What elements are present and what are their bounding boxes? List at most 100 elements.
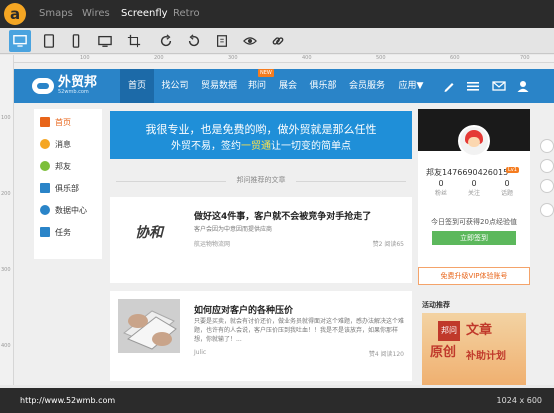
new-badge: NEW [258, 69, 274, 77]
weibo-icon[interactable] [540, 159, 554, 173]
tab-retro[interactable]: Retro [173, 0, 200, 28]
article-desc: 客户会因为中意因而提供应商 [194, 226, 273, 233]
emulated-page: 外贸邦 52wmb.com 首页 找公司 贸易数据 邦问 NEW 展会 俱乐部 … [14, 63, 554, 385]
app-logo[interactable]: a [4, 3, 26, 25]
scroll-icon[interactable] [211, 30, 233, 52]
device-toolbar [0, 28, 554, 54]
site-nav-bar: 外贸邦 52wmb.com 首页 找公司 贸易数据 邦问 NEW 展会 俱乐部 … [14, 69, 554, 103]
level-badge: Lv1 [506, 167, 519, 173]
username[interactable]: 邦友1476690426015 [426, 167, 508, 178]
activity-line1: 原创 [430, 345, 457, 360]
stat-label: 关注 [467, 190, 480, 197]
promo-banner[interactable]: 我很专业，也是免费的哟，做外贸就是那么任性 外贸不易，签约一贸通让一切变的简单点 [110, 111, 412, 159]
tablet-icon[interactable] [38, 30, 60, 52]
link-icon[interactable] [267, 30, 289, 52]
tag-icon[interactable] [540, 203, 554, 217]
nav-membership[interactable]: 会员服务 [346, 69, 388, 103]
activity-line3: 补助计划 [466, 351, 506, 362]
menu-item-data-center[interactable]: 数据中心 [40, 203, 87, 217]
signin-hint: 今日签到可获得20点经验值 [431, 218, 517, 226]
task-icon [40, 227, 50, 237]
ruler-label: 200 [154, 55, 164, 61]
rotate-icon[interactable] [155, 30, 177, 52]
user-icon[interactable] [516, 79, 530, 93]
signin-button[interactable]: 立即签到 [432, 231, 516, 245]
nav-club[interactable]: 俱乐部 [306, 69, 340, 103]
menu-item-label: 数据中心 [55, 205, 87, 215]
app-top-bar: a Smaps Wires Screenfly Retro [0, 0, 554, 28]
stat-number: 0 [471, 179, 477, 188]
stat-number: 0 [504, 179, 510, 188]
stat-label: 粉丝 [434, 190, 447, 197]
avatar-face [468, 137, 480, 147]
ruler-vertical: 100 200 300 400 [0, 55, 14, 385]
home-icon [40, 117, 50, 127]
nav-home[interactable]: 首页 [120, 69, 154, 103]
ruler-label: 700 [520, 55, 530, 61]
ruler-label: 600 [450, 55, 460, 61]
avatar[interactable] [458, 125, 490, 157]
ruler-label: 500 [376, 55, 386, 61]
custom-size-icon[interactable] [123, 30, 145, 52]
article-card[interactable]: 协和 做好这4件事，客户就不会被竞争对手抢走了 客户会因为中意因而提供应商 航运… [110, 197, 412, 283]
tab-smaps[interactable]: Smaps [39, 0, 73, 28]
phone-icon[interactable] [65, 30, 87, 52]
left-menu: 首页 消息 邦友 俱乐部 数据中心 任务 [34, 109, 102, 259]
article-thumbnail: 协和 [118, 205, 180, 259]
banner-line1: 我很专业，也是免费的哟，做外贸就是那么任性 [145, 123, 377, 136]
article-card[interactable]: 如何应对客户的各种压价 只要是买卖，就会有讨价还价，做业务员就得面对这个难题，感… [110, 291, 412, 381]
list-icon[interactable] [466, 79, 480, 93]
article-title[interactable]: 如何应对客户的各种压价 [194, 303, 293, 316]
ruler-label: 100 [80, 55, 90, 61]
current-url[interactable]: http://www.52wmb.com [20, 396, 115, 405]
nav-exhibition[interactable]: 展会 [276, 69, 300, 103]
qq-icon[interactable] [540, 139, 554, 153]
nav-apps[interactable]: 应用▼ [394, 69, 428, 103]
refresh-icon[interactable] [183, 30, 205, 52]
thumbnail-logo-text: 协和 [135, 225, 163, 241]
stat-following[interactable]: 0 关注 [461, 179, 487, 197]
ruler-label: 400 [1, 343, 11, 349]
club-icon [40, 183, 50, 193]
site-logo-name: 外贸邦 [58, 75, 98, 90]
banner-highlight: 一贸通 [241, 141, 271, 152]
ruler-label: 200 [1, 191, 11, 197]
tab-wires[interactable]: Wires [82, 0, 110, 28]
menu-item-label: 首页 [55, 117, 71, 127]
ruler-label: 300 [228, 55, 238, 61]
tab-screenfly[interactable]: Screenfly [121, 0, 168, 28]
menu-item-label: 任务 [55, 227, 71, 237]
stat-fans[interactable]: 0 粉丝 [428, 179, 454, 197]
menu-item-home[interactable]: 首页 [40, 115, 71, 129]
menu-item-club[interactable]: 俱乐部 [40, 181, 79, 195]
mail-icon[interactable] [492, 79, 506, 93]
nav-trade-data[interactable]: 贸易数据 [198, 69, 240, 103]
ruler-label: 300 [1, 267, 11, 273]
banner-line2-pre: 外贸不易，签约 [171, 141, 241, 152]
menu-item-task[interactable]: 任务 [40, 225, 71, 239]
article-stats: 赞2 阅读65 [372, 241, 404, 248]
article-source[interactable]: 航运物物流网 [194, 239, 230, 248]
activity-tag: 邦问 [438, 321, 460, 341]
tv-icon[interactable] [94, 30, 116, 52]
activity-banner[interactable]: 邦问 文章 原创 补助计划 [422, 313, 526, 385]
vip-upgrade-button[interactable]: 免费升级VIP体验账号 [418, 267, 530, 285]
article-desc: 只要是买卖，就会有讨价还价，做业务员就得面对这个难题，感办法解决这个难题，也许有… [194, 318, 405, 343]
wechat-icon[interactable] [540, 179, 554, 193]
edit-icon[interactable] [442, 79, 456, 93]
desktop-icon[interactable] [9, 30, 31, 52]
article-source[interactable]: Julic [194, 349, 206, 356]
site-logo[interactable]: 外贸邦 52wmb.com [32, 76, 97, 96]
activity-line2: 文章 [466, 323, 493, 338]
menu-item-messages[interactable]: 消息 [40, 137, 71, 151]
nav-find-company[interactable]: 找公司 [158, 69, 192, 103]
ruler-label: 400 [302, 55, 312, 61]
stat-topics[interactable]: 0 话题 [494, 179, 520, 197]
menu-item-friends[interactable]: 邦友 [40, 159, 71, 173]
ruler-horizontal: 100 200 300 400 500 600 700 [14, 55, 554, 63]
section-title: 邦问推荐的文章 [110, 175, 412, 187]
stat-number: 0 [438, 179, 444, 188]
preview-icon[interactable] [239, 30, 261, 52]
data-center-icon [40, 205, 50, 215]
article-title[interactable]: 做好这4件事，客户就不会被竞争对手抢走了 [194, 209, 371, 222]
